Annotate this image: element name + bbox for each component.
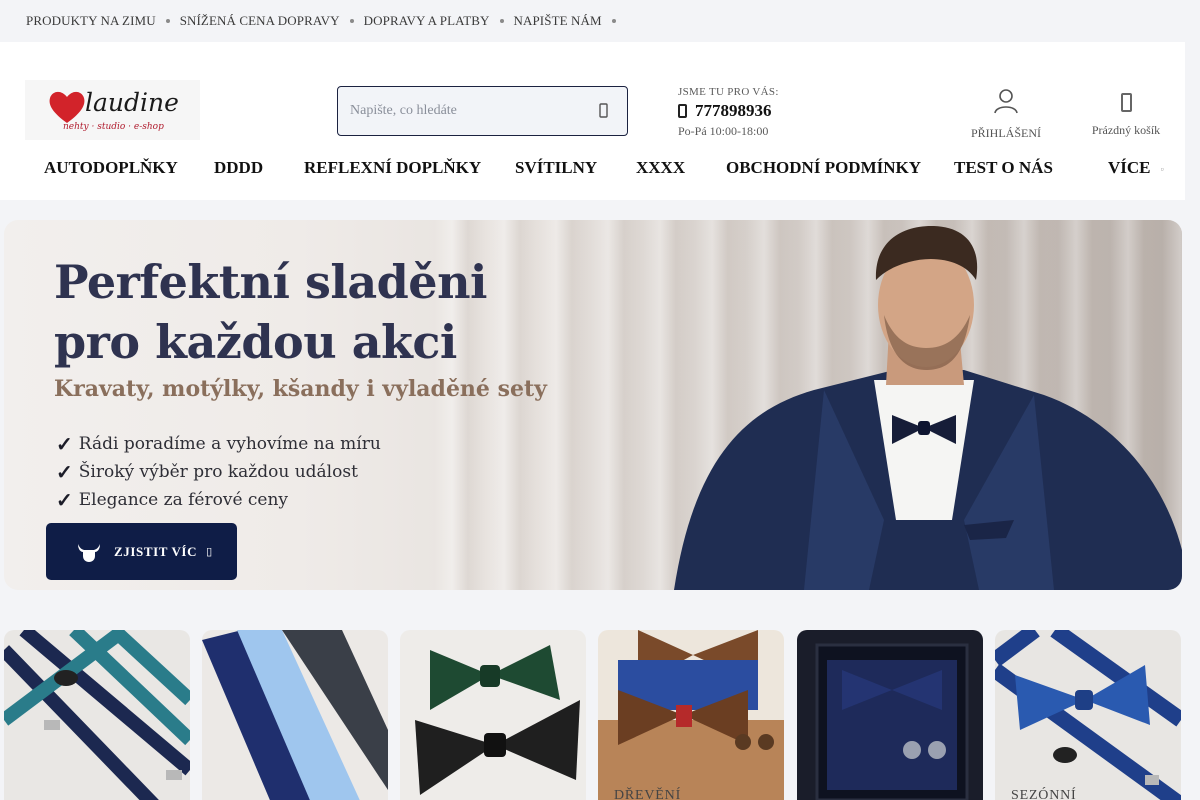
category-tiles: DŘEVĚNÍ SEZÓNNÍ	[4, 630, 1184, 800]
opening-hours: Po-Pá 10:00-18:00	[678, 124, 769, 138]
category-tile[interactable]	[202, 630, 388, 800]
site-logo[interactable]: laudine nehty · studio · e-shop	[25, 80, 200, 140]
topbar-link-winter-products[interactable]: PRODUKTY NA ZIMU	[26, 13, 156, 29]
category-tile[interactable]: DŘEVĚNÍ	[598, 630, 784, 800]
nav-item-reflexni-doplnky[interactable]: REFLEXNÍ DOPLŇKY	[304, 158, 481, 178]
suspenders-image	[4, 630, 190, 800]
logo-brand-text: laudine	[85, 88, 179, 117]
cart-icon	[1120, 93, 1132, 112]
nav-item-autodoplnky[interactable]: AUTODOPLŇKY	[44, 158, 178, 178]
topbar-link-contact[interactable]: NAPIŠTE NÁM	[514, 13, 602, 29]
logo-tagline: nehty · studio · e-shop	[63, 122, 164, 132]
search-icon[interactable]	[595, 102, 613, 120]
nav-item-obchodni-podminky[interactable]: OBCHODNÍ PODMÍNKY	[726, 158, 921, 178]
search-box	[337, 86, 628, 136]
hero-benefit: ✓ Elegance za férové ceny	[56, 486, 381, 514]
main-navigation: AUTODOPLŇKY DDDD REFLEXNÍ DOPLŇKY SVÍTIL…	[0, 158, 1185, 182]
hero-model-image	[674, 225, 1182, 590]
hero-subtitle: Kravaty, motýlky, kšandy i vyladěné sety	[54, 376, 547, 402]
user-icon	[994, 89, 1018, 114]
seasonal-set-image	[995, 630, 1181, 800]
nav-item-more[interactable]: VÍCE ▫	[1108, 158, 1164, 178]
chevron-down-icon: ▫	[1160, 164, 1164, 175]
category-tile[interactable]: SEZÓNNÍ	[995, 630, 1181, 800]
wooden-bow-ties-image	[598, 630, 784, 800]
bull-icon	[78, 543, 100, 562]
nav-item-test-o-nas[interactable]: TEST O NÁS	[954, 158, 1053, 178]
hero-benefit: ✓ Široký výběr pro každou událost	[56, 458, 381, 486]
separator-dot	[349, 19, 354, 23]
ties-image	[202, 630, 388, 800]
learn-more-button[interactable]: ZJISTIT VÍC ▯	[46, 523, 237, 580]
phone-number: 777898936	[695, 101, 772, 120]
login-label: PŘIHLÁŠENÍ	[970, 126, 1041, 140]
tile-caption: SEZÓNNÍ	[1011, 788, 1077, 800]
category-tile[interactable]	[4, 630, 190, 800]
topbar-link-reduced-shipping[interactable]: SNÍŽENÁ CENA DOPRAVY	[180, 13, 340, 29]
category-tile[interactable]	[400, 630, 586, 800]
heart-logo-icon	[49, 91, 85, 123]
contact-block: JSME TU PRO VÁS: 777898936 Po-Pá 10:00-1…	[678, 86, 779, 139]
nav-more-label: VÍCE	[1108, 158, 1151, 177]
tile-caption: DŘEVĚNÍ	[614, 788, 682, 800]
cart-button[interactable]: Prázdný košík	[1088, 87, 1164, 138]
bow-ties-image	[415, 645, 580, 795]
separator-dot	[499, 19, 504, 23]
benefit-text: Rádi poradíme a vyhovíme na míru	[78, 434, 381, 454]
check-icon: ✓	[56, 432, 73, 456]
benefit-text: Široký výběr pro každou událost	[78, 462, 358, 482]
nav-item-dddd[interactable]: DDDD	[214, 158, 263, 178]
separator-dot	[611, 19, 616, 23]
nav-item-xxxx[interactable]: XXXX	[636, 158, 685, 178]
contact-label: JSME TU PRO VÁS:	[678, 86, 779, 98]
benefit-text: Elegance za férové ceny	[78, 490, 289, 510]
search-input[interactable]	[338, 87, 588, 135]
topbar-link-shipping-payments[interactable]: DOPRAVY A PLATBY	[364, 13, 490, 29]
login-button[interactable]: PŘIHLÁŠENÍ	[966, 87, 1046, 141]
phone-icon	[678, 104, 687, 118]
cart-label: Prázdný košík	[1091, 123, 1161, 137]
arrow-right-icon: ▯	[206, 546, 213, 558]
hero-title-line2: pro každou akci	[54, 315, 457, 369]
top-bar: PRODUKTY NA ZIMU SNÍŽENÁ CENA DOPRAVY DO…	[0, 0, 1200, 42]
hero-benefits-list: ✓ Rádi poradíme a vyhovíme na míru ✓ Širok…	[56, 430, 381, 514]
category-tile[interactable]	[797, 630, 983, 800]
hero-title-line1: Perfektní sladěni	[54, 255, 488, 309]
hero-benefit: ✓ Rádi poradíme a vyhovíme na míru	[56, 430, 381, 458]
nav-item-svitilny[interactable]: SVÍTILNY	[515, 158, 597, 178]
learn-more-label: ZJISTIT VÍC	[114, 543, 198, 559]
check-icon: ✓	[56, 488, 73, 512]
separator-dot	[165, 19, 170, 23]
hero-title: Perfektní sladěni pro každou akci	[54, 252, 488, 372]
check-icon: ✓	[56, 460, 73, 484]
site-header: laudine nehty · studio · e-shop JSME TU …	[0, 42, 1185, 200]
gift-set-image	[815, 643, 969, 800]
hero-banner[interactable]: Perfektní sladěni pro každou akci Kravat…	[4, 220, 1182, 590]
contact-phone[interactable]: 777898936	[678, 101, 779, 121]
